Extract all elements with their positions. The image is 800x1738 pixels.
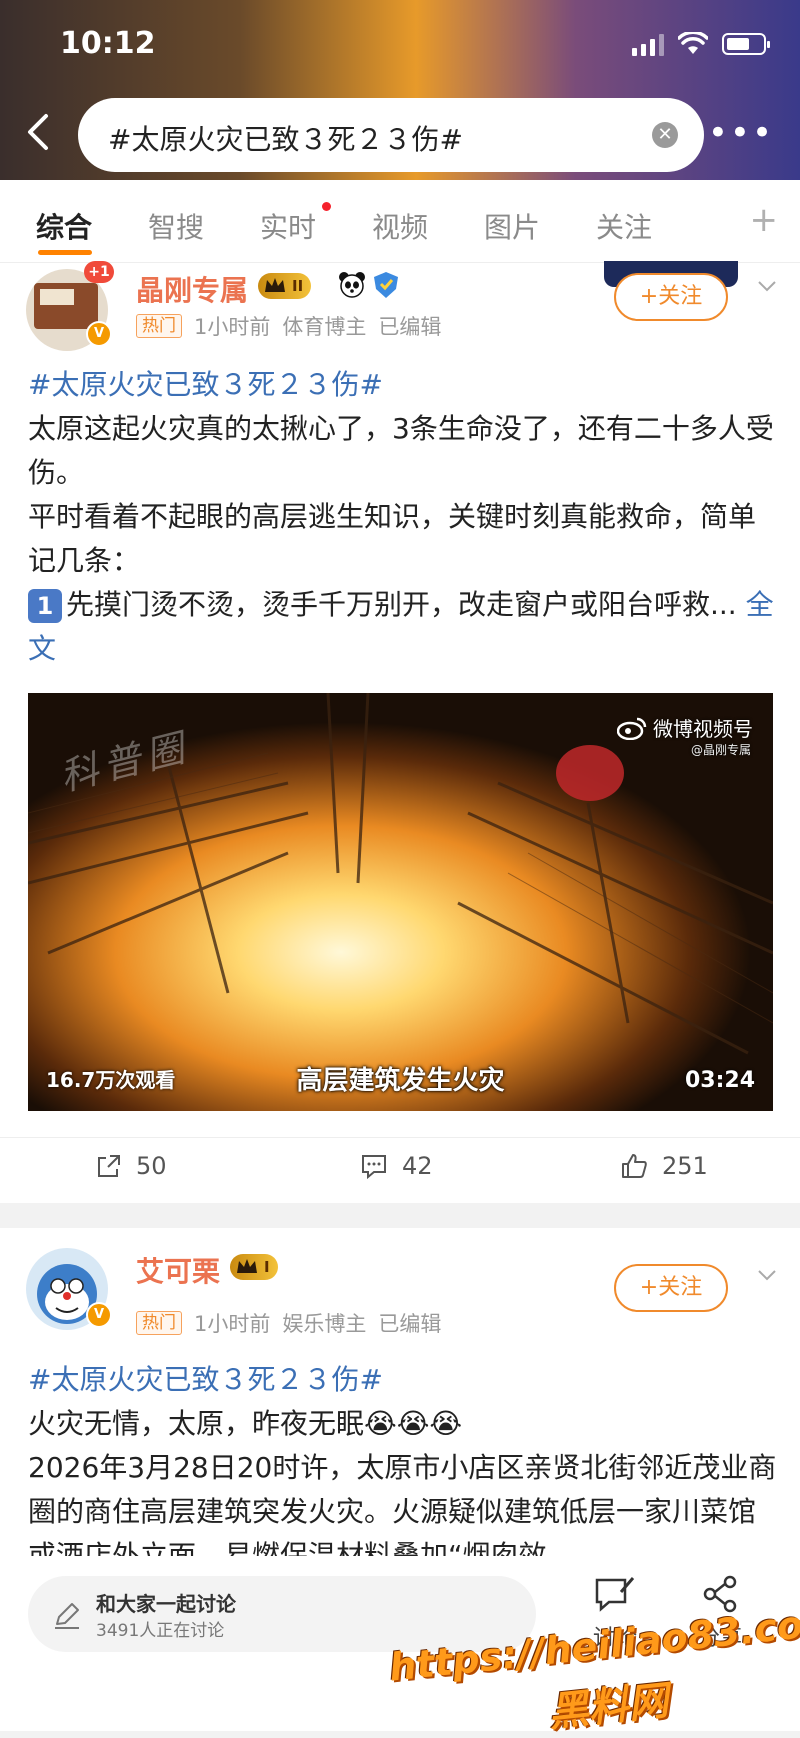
search-query: #太原火灾已致３死２３伤# (108, 123, 463, 156)
author-role: 体育博主 (282, 315, 367, 339)
back-chevron-icon[interactable] (20, 112, 60, 152)
chevron-down-icon[interactable] (756, 275, 778, 297)
vip-shield-icon (372, 271, 400, 299)
post-time: 1小时前 (194, 315, 271, 339)
site-watermark-name: 黑料网 (546, 1677, 671, 1737)
like-count: 251 (662, 1152, 708, 1180)
discuss-title: 和大家一起讨论 (96, 1592, 236, 1616)
tab-shipin[interactable]: 视频 (372, 206, 428, 246)
video-duration: 03:24 (684, 1068, 755, 1093)
verified-icon: V (86, 1302, 112, 1328)
tab-zonghe[interactable]: 综合 (36, 206, 92, 246)
video-caption: 高层建筑发生火灾 (296, 1066, 505, 1096)
username[interactable]: 晶刚专属 (136, 269, 248, 309)
add-tab-icon[interactable]: + (750, 200, 779, 240)
post-line: 火灾无情，太原，昨夜无眠😭😭😭 (28, 1407, 463, 1440)
hot-tag: 热门 (136, 1311, 182, 1335)
level-text: I (264, 1258, 270, 1276)
wifi-icon (678, 32, 708, 54)
search-input[interactable]: #太原火灾已致３死２３伤# ✕ (78, 98, 704, 172)
post-actions: 50 42 251 (0, 1137, 800, 1198)
post-meta: 热门 1小时前 娱乐博主 已编辑 (136, 1308, 441, 1338)
number-badge: 1 (28, 589, 62, 623)
more-dots-icon[interactable]: ••• (708, 116, 774, 150)
crown-icon (265, 278, 285, 292)
bottom-bar: 和大家一起讨论 3491人正在讨论 讨论 分享 https://heiliao8… (0, 1556, 800, 1736)
video-player[interactable]: 科普圈 微博视频号 @晶刚专属 16.7万次观看 高层建筑发生火灾 03:24 (28, 693, 773, 1111)
hashtag-link[interactable]: #太原火灾已致３死２３伤# (28, 363, 778, 407)
status-time: 10:12 (60, 26, 156, 61)
post-body: #太原火灾已致３死２３伤# 火灾无情，太原，昨夜无眠😭😭😭 2026年3月28日… (28, 1358, 778, 1578)
tab-active-indicator (38, 250, 92, 255)
chevron-down-icon[interactable] (756, 1264, 778, 1286)
share-count: 50 (136, 1152, 167, 1180)
thumbs-up-icon (622, 1154, 647, 1178)
level-badge: I (230, 1254, 278, 1280)
tab-notification-dot (322, 202, 331, 211)
edited-label: 已编辑 (378, 1312, 442, 1336)
share-action[interactable]: 50 (96, 1152, 167, 1180)
post-meta: 热门 1小时前 体育博主 已编辑 (136, 311, 441, 341)
share-icon (703, 1575, 737, 1613)
video-brand-text: 微博视频号 (653, 717, 753, 741)
share-icon (98, 1155, 120, 1177)
level-badge: II (258, 273, 312, 299)
post-body: #太原火灾已致３死２３伤# 太原这起火灾真的太揪心了，3条生命没了，还有二十多人… (28, 363, 778, 671)
verified-icon: V (86, 321, 112, 347)
follow-button[interactable]: +关注 (614, 273, 728, 321)
post-time: 1小时前 (194, 1312, 271, 1336)
comment-icon (362, 1155, 386, 1179)
panda-icon (338, 271, 366, 299)
tab-guanzhu[interactable]: 关注 (596, 206, 652, 246)
status-icons (632, 32, 770, 56)
tab-tupian[interactable]: 图片 (484, 206, 540, 246)
level-text: II (292, 277, 304, 295)
tab-bar: 综合 智搜 实时 视频 图片 关注 + (0, 180, 800, 263)
post-card: V 艾可栗 I 热门 1小时前 娱乐博主 已编辑 +关注 #太原火灾已致３死２３… (0, 1228, 800, 1572)
battery-icon (722, 33, 770, 55)
hashtag-link[interactable]: #太原火灾已致３死２３伤# (28, 1358, 778, 1402)
video-brand: 微博视频号 (617, 713, 753, 742)
tab-shishi[interactable]: 实时 (260, 206, 316, 246)
username[interactable]: 艾可栗 (136, 1250, 220, 1290)
post-line: 太原这起火灾真的太揪心了，3条生命没了，还有二十多人受伤。 (28, 412, 774, 489)
edit-comment-icon (595, 1577, 635, 1612)
post-card: +1 V 晶刚专属 II 热门 1小时前 体育博主 已编辑 +关注 #太原火灾已… (0, 261, 800, 1203)
tab-zhisou[interactable]: 智搜 (148, 206, 204, 246)
edited-label: 已编辑 (378, 315, 442, 339)
follow-button[interactable]: +关注 (614, 1264, 728, 1312)
weibo-logo-icon (617, 717, 647, 740)
video-brand-sub: @晶刚专属 (690, 743, 751, 757)
crown-icon (237, 1259, 257, 1273)
post-line: 平时看着不起眼的高层逃生知识，关键时刻真能救命，简单记几条： (28, 500, 757, 577)
signal-icon (632, 32, 664, 56)
clear-icon[interactable]: ✕ (652, 122, 678, 148)
item-text: 先摸门烫不烫，烫手千万别开，改走窗户或阳台呼救... (66, 588, 737, 621)
top-header: 10:12 #太原火灾已致３死２３伤# ✕ ••• (0, 0, 800, 180)
hot-tag: 热门 (136, 314, 182, 338)
comment-count: 42 (402, 1152, 433, 1180)
pencil-icon (55, 1603, 79, 1629)
discuss-count: 3491人正在讨论 (96, 1621, 225, 1641)
like-action[interactable]: 251 (620, 1152, 708, 1180)
post-line: 1 先摸门烫不烫，烫手千万别开，改走窗户或阳台呼救... 全文 (28, 583, 778, 671)
author-role: 娱乐博主 (282, 1312, 367, 1336)
comment-action[interactable]: 42 (360, 1152, 433, 1180)
avatar-badge: +1 (84, 261, 114, 283)
